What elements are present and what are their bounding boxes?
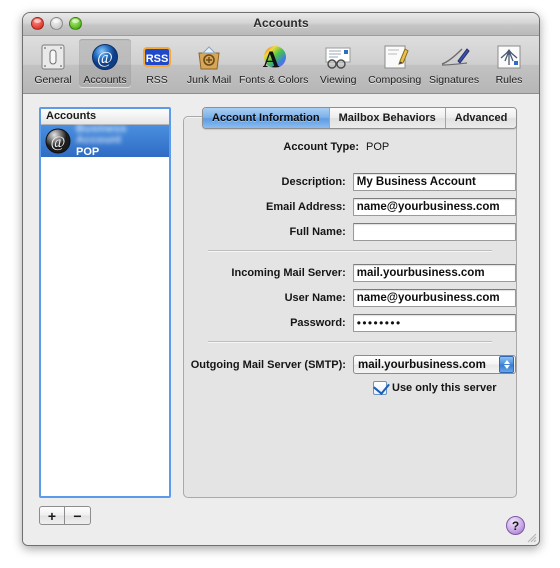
field-account-type: Account Type: POP <box>184 141 516 153</box>
remove-account-button[interactable]: − <box>65 506 91 525</box>
viewing-icon <box>322 41 354 73</box>
account-type-label: POP <box>76 145 100 158</box>
accounts-preferences-window: Accounts General @ Accounts RSS RSS Junk… <box>22 12 540 546</box>
toolbar-label-signatures: Signatures <box>428 74 480 86</box>
svg-text:RSS: RSS <box>146 53 169 65</box>
svg-text:@: @ <box>51 134 66 151</box>
field-user-name: User Name: <box>184 289 516 307</box>
label-outgoing-mail-server: Outgoing Mail Server (SMTP): <box>190 358 346 371</box>
field-incoming-mail-server: Incoming Mail Server: <box>184 264 516 282</box>
toolbar-label-junk-mail: Junk Mail <box>186 74 232 86</box>
toolbar-item-fonts-colors[interactable]: A Fonts & Colors <box>235 39 312 87</box>
field-use-only-this-server: Use only this server <box>373 377 516 396</box>
toolbar-label-rss: RSS <box>146 74 168 86</box>
field-password: Password: •••••••• <box>184 314 516 332</box>
signatures-icon <box>438 41 470 73</box>
user-name-input[interactable] <box>352 289 516 307</box>
svg-text:@: @ <box>97 48 113 67</box>
field-full-name: Full Name: <box>184 223 516 241</box>
toolbar-label-composing: Composing <box>368 74 422 86</box>
tab-mailbox-behaviors[interactable]: Mailbox Behaviors <box>329 108 446 128</box>
account-name: Business Account <box>76 122 127 147</box>
general-icon <box>37 41 69 73</box>
toolbar-label-rules: Rules <box>495 74 523 86</box>
outgoing-mail-server-select[interactable]: mail.yourbusiness.com <box>352 355 516 374</box>
label-user-name: User Name: <box>284 292 346 304</box>
email-address-input[interactable] <box>352 198 516 216</box>
preferences-content: Accounts @ Business Account POP + − Acco… <box>23 94 539 545</box>
label-full-name: Full Name: <box>289 226 346 238</box>
label-description: Description: <box>281 176 346 188</box>
field-description: Description: <box>184 173 516 191</box>
accounts-list[interactable]: Accounts @ Business Account POP <box>39 107 171 498</box>
toolbar-item-rules[interactable]: Rules <box>483 39 535 87</box>
tab-advanced[interactable]: Advanced <box>445 108 517 128</box>
toolbar-item-rss[interactable]: RSS RSS <box>131 39 183 87</box>
window-title: Accounts <box>253 16 309 30</box>
toolbar-label-viewing: Viewing <box>319 74 357 86</box>
password-input[interactable]: •••••••• <box>352 314 516 332</box>
svg-text:A: A <box>262 47 279 72</box>
composing-icon <box>379 41 411 73</box>
form-divider-1 <box>208 250 492 252</box>
toolbar-item-signatures[interactable]: Signatures <box>425 39 483 87</box>
tab-bar: Account Information Mailbox Behaviors Ad… <box>202 107 518 129</box>
label-incoming-mail-server: Incoming Mail Server: <box>231 267 346 279</box>
field-outgoing-mail-server: Outgoing Mail Server (SMTP): mail.yourbu… <box>184 355 516 374</box>
tab-account-information[interactable]: Account Information <box>203 108 330 128</box>
outgoing-mail-server-value: mail.yourbusiness.com <box>357 358 486 371</box>
full-name-input[interactable] <box>352 223 516 241</box>
toolbar-item-general[interactable]: General <box>27 39 79 87</box>
toolbar-label-fonts-colors: Fonts & Colors <box>238 74 309 86</box>
at-sign-avatar-icon: @ <box>45 128 71 154</box>
toolbar-item-composing[interactable]: Composing <box>364 39 425 87</box>
label-use-only-this-server: Use only this server <box>392 382 497 394</box>
rules-icon <box>493 41 525 73</box>
toolbar-item-viewing[interactable]: Viewing <box>312 39 364 87</box>
window-titlebar[interactable]: Accounts <box>23 13 539 36</box>
junk-mail-icon <box>193 41 225 73</box>
list-item-texts: Business Account POP <box>76 122 169 159</box>
use-only-this-server-checkbox[interactable] <box>373 377 390 396</box>
chevron-updown-icon <box>499 356 514 373</box>
toolbar-label-general: General <box>34 74 72 86</box>
form-divider-2 <box>208 341 492 343</box>
field-email-address: Email Address: <box>184 198 516 216</box>
fonts-colors-icon: A <box>258 41 290 73</box>
toolbar-label-accounts: Accounts <box>83 74 127 86</box>
checkmark-icon <box>373 377 390 396</box>
list-item[interactable]: @ Business Account POP <box>41 122 169 159</box>
label-email-address: Email Address: <box>266 201 346 213</box>
help-button[interactable]: ? <box>506 516 525 535</box>
incoming-mail-server-input[interactable] <box>352 264 516 282</box>
account-settings-tabbox: Account Information Mailbox Behaviors Ad… <box>183 107 518 498</box>
rss-icon: RSS <box>141 41 173 73</box>
description-input[interactable] <box>352 173 516 191</box>
account-list-controls: + − <box>39 506 91 525</box>
label-account-type: Account Type: <box>283 141 359 153</box>
label-password: Password: <box>290 317 346 329</box>
add-account-button[interactable]: + <box>39 506 65 525</box>
toolbar-item-accounts[interactable]: @ Accounts <box>79 39 131 87</box>
account-information-form: Account Type: POP Description: Email Add… <box>184 141 516 396</box>
toolbar-item-junk-mail[interactable]: Junk Mail <box>183 39 235 87</box>
resize-grip[interactable] <box>524 530 537 543</box>
value-account-type: POP <box>366 141 390 153</box>
accounts-at-icon: @ <box>89 41 121 73</box>
preferences-toolbar: General @ Accounts RSS RSS Junk Mail A F… <box>23 36 539 94</box>
